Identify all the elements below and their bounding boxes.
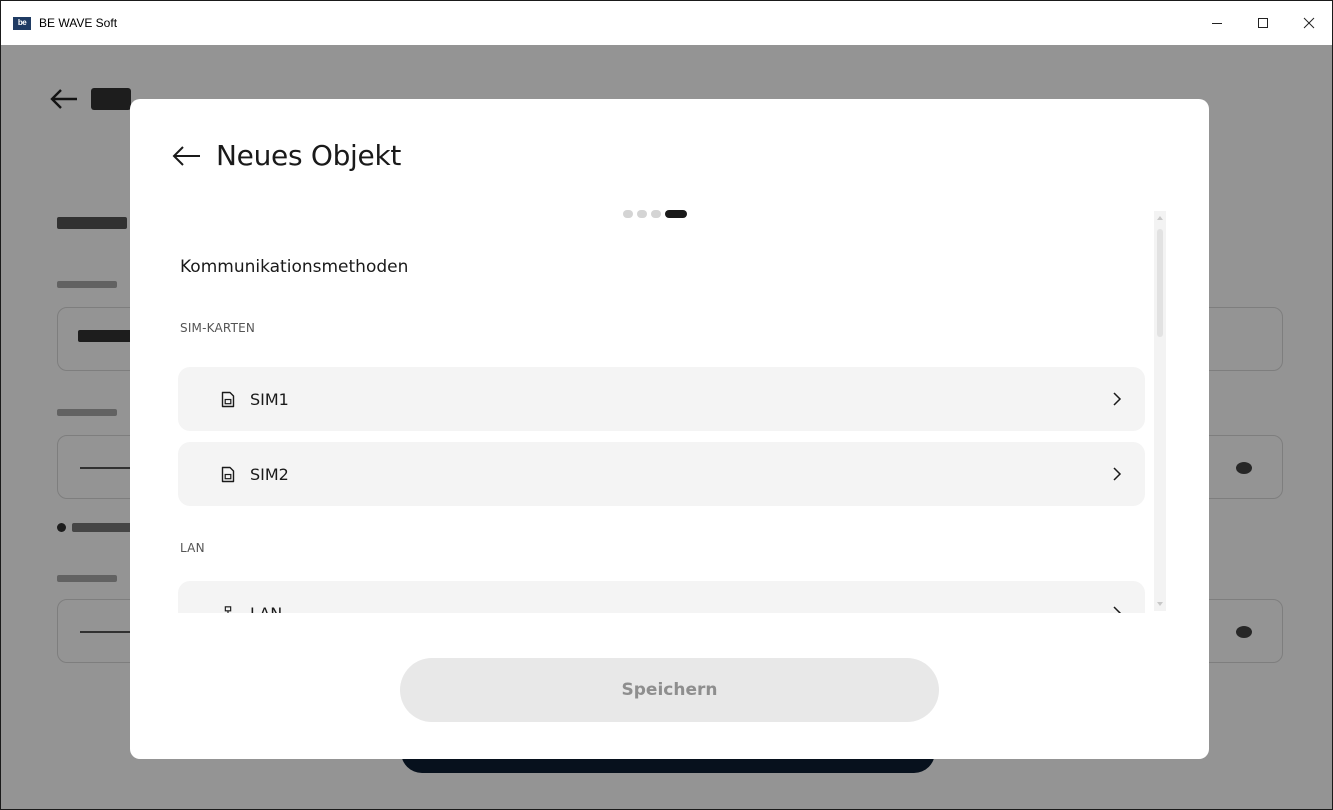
minimize-button[interactable] [1194, 1, 1240, 45]
scroll-up-icon[interactable] [1154, 211, 1166, 225]
scrollbar-thumb[interactable] [1157, 229, 1163, 337]
group-label-sim: SIM-KARTEN [180, 321, 256, 335]
group-label-lan: LAN [180, 541, 205, 555]
save-button[interactable]: Speichern [400, 658, 939, 722]
chevron-right-icon [1111, 389, 1123, 409]
list-item-sim1[interactable]: SIM1 [178, 367, 1145, 431]
chevron-right-icon [1111, 603, 1123, 613]
sim-card-icon [220, 390, 236, 408]
chevron-right-icon [1111, 464, 1123, 484]
list-item-label: SIM1 [250, 389, 289, 409]
dialog-header: Neues Objekt [172, 139, 401, 172]
arrow-left-icon [172, 145, 200, 166]
app-window: be BE WAVE Soft Neues Objekt Kommunikati… [0, 0, 1333, 810]
list-item-lan[interactable]: LAN [178, 581, 1145, 613]
window-title: BE WAVE Soft [39, 16, 118, 30]
maximize-button[interactable] [1240, 1, 1286, 45]
close-icon [1303, 17, 1315, 29]
section-title: Kommunikationsmethoden [180, 257, 409, 277]
back-button[interactable] [172, 141, 202, 171]
list-item-label: LAN [250, 603, 283, 614]
sim-card-icon [220, 465, 236, 483]
title-bar: be BE WAVE Soft [1, 1, 1332, 45]
dialog-scroll-area[interactable]: Kommunikationsmethoden SIM-KARTEN SIM1 S… [178, 209, 1168, 613]
network-icon [220, 604, 236, 613]
list-item-sim2[interactable]: SIM2 [178, 442, 1145, 506]
new-object-dialog: Neues Objekt Kommunikationsmethoden SIM-… [130, 99, 1209, 759]
minimize-icon [1212, 23, 1222, 24]
scroll-down-icon[interactable] [1154, 597, 1166, 611]
app-logo: be [13, 16, 31, 30]
close-button[interactable] [1286, 1, 1332, 45]
maximize-icon [1258, 18, 1268, 28]
dialog-title: Neues Objekt [216, 139, 402, 172]
window-controls [1194, 1, 1332, 45]
scrollbar[interactable] [1154, 211, 1166, 611]
list-item-label: SIM2 [250, 464, 289, 484]
